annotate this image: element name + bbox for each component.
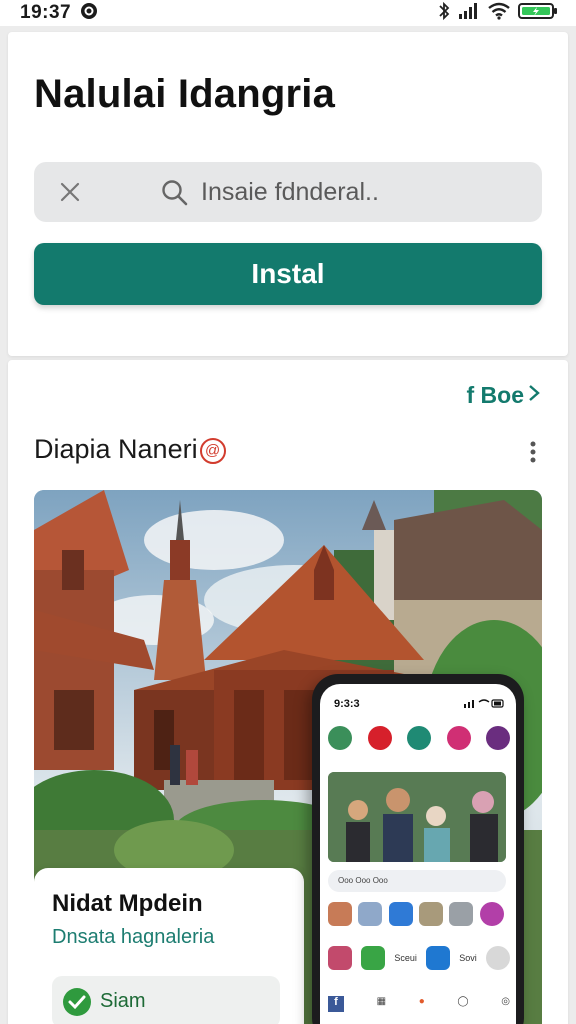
app-icon — [485, 946, 510, 970]
app-screen: 19:37 Nalulai Idangria Insaie fdnderal..… — [0, 0, 576, 1024]
phone-app-grid — [328, 902, 510, 926]
info-title: Nidat Mpdein — [52, 890, 203, 917]
see-more-label: f Boe — [466, 382, 525, 408]
section-title-text: Diapia Naneri — [34, 434, 198, 464]
search-bar[interactable] — [34, 162, 542, 222]
status-chip[interactable]: Siam — [52, 976, 280, 1024]
wifi-icon — [487, 2, 511, 25]
status-time: 19:37 — [20, 2, 72, 23]
phone-label-2: Sovi — [459, 953, 477, 963]
chat-icon: ◯ — [457, 996, 469, 1007]
circle-icon: ● — [418, 996, 425, 1007]
app-icon — [361, 946, 386, 970]
phone-app-row — [328, 726, 510, 750]
page-title: Nalulai Idangria — [34, 72, 336, 116]
status-bar: 19:37 — [0, 0, 576, 26]
phone-group-photo — [328, 772, 506, 862]
app-icon — [328, 946, 352, 970]
signal-icon — [458, 2, 480, 25]
chevron-right-icon — [528, 382, 540, 409]
close-icon[interactable] — [56, 178, 84, 206]
phone-status-time: 9:3:3 — [334, 698, 360, 710]
see-more-link[interactable]: f Boe — [467, 382, 541, 409]
battery-icon — [518, 1, 558, 26]
check-icon — [62, 987, 92, 1017]
notification-icon — [79, 1, 99, 26]
phone-mockup: 9:3:3 Ooo Ooo Ooo Sceui Sovi f ▦ ● ◯ ◎ — [312, 674, 524, 1024]
phone-app-row-2: Sceui Sovi — [328, 946, 510, 970]
header-card: Nalulai Idangria Instal — [8, 32, 568, 356]
phone-screen: 9:3:3 Ooo Ooo Ooo Sceui Sovi f ▦ ● ◯ ◎ — [320, 684, 516, 1024]
section-title: Diapia Naneri @ — [34, 434, 226, 465]
info-card[interactable]: Nidat Mpdein Dnsata hagnaleria Siam — [34, 868, 304, 1024]
phone-app-row-3: f ▦ ● ◯ ◎ — [328, 996, 510, 1012]
status-chip-label: Siam — [100, 990, 146, 1012]
app-icon — [479, 902, 504, 926]
app-icon — [449, 902, 474, 926]
more-vertical-icon[interactable] — [528, 440, 538, 464]
app-icon — [426, 946, 451, 970]
status-right — [437, 1, 558, 26]
bluetooth-icon — [437, 1, 451, 26]
install-button[interactable]: Instal — [34, 243, 542, 305]
app-icon — [388, 902, 413, 926]
phone-status-icons — [464, 698, 504, 711]
search-input[interactable] — [199, 162, 519, 222]
phone-search-bar: Ooo Ooo Ooo — [328, 870, 506, 892]
search-icon — [160, 178, 190, 208]
info-subtitle: Dnsata hagnaleria — [52, 926, 215, 948]
app-icon — [407, 726, 431, 750]
app-icon — [446, 726, 471, 750]
status-left: 19:37 — [20, 1, 99, 26]
app-icon — [358, 902, 383, 926]
clock-icon: ◎ — [501, 996, 510, 1007]
phone-label-1: Sceui — [394, 953, 417, 963]
app-icon — [419, 902, 443, 926]
app-icon — [328, 726, 352, 750]
app-icon — [328, 902, 352, 926]
app-icon — [486, 726, 510, 750]
app-icon — [367, 726, 392, 750]
facebook-icon: f — [328, 996, 344, 1012]
grid-icon: ▦ — [376, 996, 387, 1007]
section-badge: @ — [199, 437, 226, 464]
